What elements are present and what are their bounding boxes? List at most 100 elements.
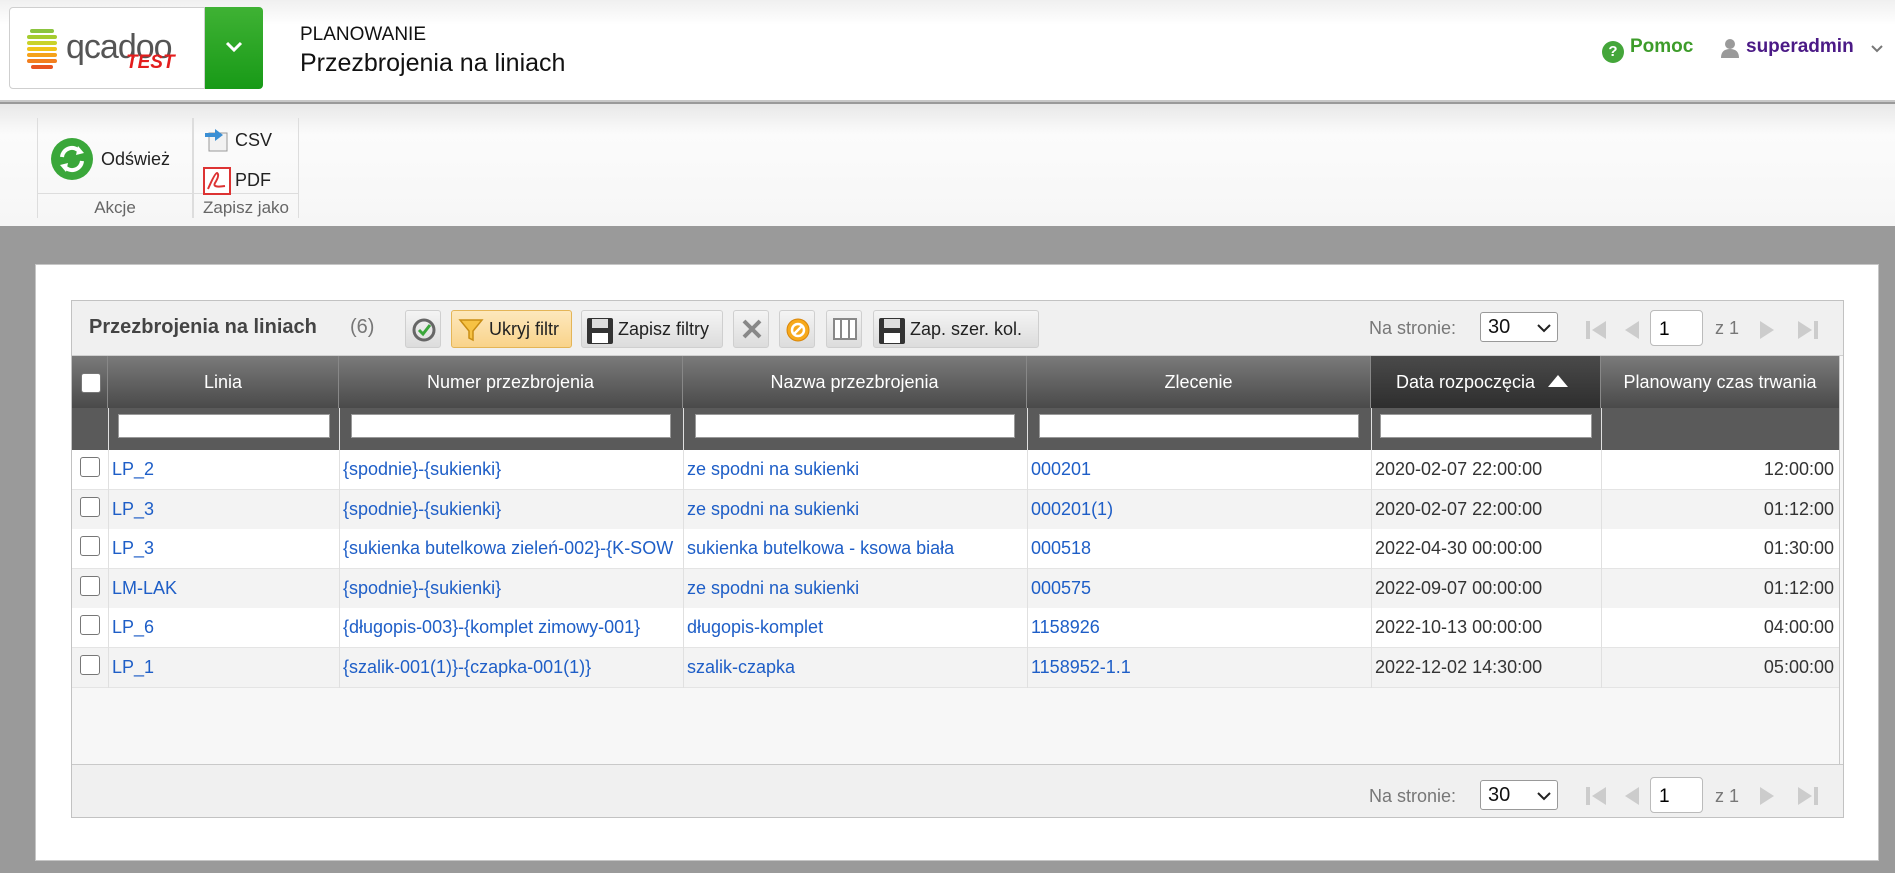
filter-input-order[interactable]: [1039, 414, 1359, 438]
filter-input-name[interactable]: [695, 414, 1015, 438]
prev-page-icon[interactable]: [1617, 315, 1647, 345]
column-header-order[interactable]: Zlecenie: [1027, 356, 1371, 408]
row-checkbox[interactable]: [80, 457, 100, 477]
cell-duration: 12:00:00: [1763, 459, 1834, 479]
columns-button[interactable]: [826, 310, 862, 348]
cell-order[interactable]: 1158926: [1031, 617, 1367, 638]
help-icon: ?: [1602, 41, 1624, 63]
cell-line[interactable]: LP_6: [112, 617, 334, 638]
cell-order[interactable]: 000518: [1031, 538, 1367, 559]
csv-icon[interactable]: [203, 125, 231, 153]
hide-filter-button[interactable]: Ukryj filtr: [451, 310, 572, 348]
column-header-number[interactable]: Numer przezbrojenia: [339, 356, 683, 408]
help-link[interactable]: ? Pomoc: [1602, 36, 1693, 63]
row-checkbox[interactable]: [80, 496, 100, 517]
save-filters-label: Zapisz filtry: [618, 319, 710, 339]
clear-filters-button[interactable]: [733, 310, 769, 348]
page-input[interactable]: 1: [1650, 310, 1703, 346]
page-total: z 1: [1715, 786, 1740, 806]
filter-input-start-date[interactable]: [1380, 414, 1592, 438]
cell-start-date: 2022-04-30 00:00:00: [1375, 538, 1543, 558]
column-header-line[interactable]: Linia: [108, 356, 339, 408]
save-column-widths-button[interactable]: Zap. szer. kol.: [873, 310, 1039, 348]
per-page-select[interactable]: 30: [1480, 312, 1558, 342]
cell-number[interactable]: {sukienka butelkowa zieleń-002}-{K-SOW: [343, 538, 681, 559]
cell-name[interactable]: długopis-komplet: [687, 617, 1023, 638]
cell-name[interactable]: ze spodni na sukienki: [687, 459, 1023, 480]
refresh-icon[interactable]: [50, 137, 94, 181]
chevron-down-icon: [1537, 324, 1551, 333]
row-checkbox[interactable]: [80, 575, 100, 596]
next-page-icon[interactable]: [1752, 781, 1782, 811]
last-page-icon[interactable]: [1792, 315, 1822, 345]
cell-line[interactable]: LP_1: [112, 657, 334, 678]
cell-start-date: 2022-12-02 14:30:00: [1375, 656, 1543, 677]
filter-input-number[interactable]: [351, 414, 671, 438]
cancel-button[interactable]: [779, 310, 815, 348]
select-all-checkbox[interactable]: [81, 373, 101, 393]
cell-name[interactable]: sukienka butelkowa - ksowa biała: [687, 538, 1023, 559]
row-checkbox[interactable]: [80, 536, 100, 556]
page-number: 1: [1659, 786, 1670, 807]
cell-duration: 05:00:00: [1763, 656, 1834, 677]
check-eraser-icon: [412, 318, 436, 342]
page-input[interactable]: 1: [1650, 777, 1703, 813]
per-page-select[interactable]: 30: [1480, 780, 1558, 810]
cell-name[interactable]: ze spodni na sukienki: [687, 578, 1023, 599]
cell-number[interactable]: {długopis-003}-{komplet zimowy-001}: [343, 617, 681, 638]
ribbon: Akcje Zapisz jako: [0, 104, 1895, 226]
column-header-name[interactable]: Nazwa przezbrojenia: [683, 356, 1027, 408]
per-page-value: 30: [1488, 316, 1511, 338]
close-icon: [742, 319, 762, 339]
columns-icon: [833, 318, 857, 340]
cell-name[interactable]: ze spodni na sukienki: [687, 499, 1023, 520]
user-menu[interactable]: superadmin: [1746, 36, 1854, 58]
cell-order[interactable]: 000201: [1031, 459, 1367, 480]
hide-filter-label: Ukryj filtr: [489, 319, 559, 339]
filter-icon: [458, 319, 484, 342]
cell-start-date: 2022-10-13 00:00:00: [1375, 617, 1543, 637]
grid-footer: [72, 764, 1843, 817]
row-checkbox[interactable]: [80, 654, 100, 675]
export-pdf-button[interactable]: PDF: [235, 170, 271, 191]
cancel-icon: [786, 318, 810, 342]
next-page-icon[interactable]: [1752, 315, 1782, 345]
user-icon: [1721, 39, 1739, 58]
first-page-icon[interactable]: [1582, 781, 1612, 811]
cell-line[interactable]: LP_3: [112, 499, 334, 520]
main-menu-button[interactable]: [205, 7, 263, 89]
refresh-button[interactable]: Odśwież: [101, 149, 170, 170]
chevron-down-icon[interactable]: [1870, 44, 1884, 54]
select-all-button[interactable]: [405, 310, 441, 348]
cell-order[interactable]: 1158952-1.1: [1031, 657, 1367, 678]
per-page-label: Na stronie:: [1369, 318, 1457, 338]
cell-start-date: 2022-09-07 00:00:00: [1375, 577, 1543, 598]
per-page-label: Na stronie:: [1369, 786, 1457, 806]
cell-order[interactable]: 000575: [1031, 578, 1367, 599]
cell-number[interactable]: {szalik-001(1)}-{czapka-001(1)}: [343, 657, 681, 678]
cell-line[interactable]: LP_2: [112, 459, 334, 480]
row-checkbox[interactable]: [80, 615, 100, 635]
prev-page-icon[interactable]: [1617, 781, 1647, 811]
pdf-icon[interactable]: [203, 167, 231, 195]
last-page-icon[interactable]: [1792, 781, 1822, 811]
export-csv-button[interactable]: CSV: [235, 130, 272, 151]
filter-input-line[interactable]: [118, 414, 330, 438]
logo-test-badge: TEST: [126, 52, 175, 73]
logo[interactable]: qcadoo TEST: [9, 7, 205, 89]
save-icon: [587, 318, 613, 344]
cell-name[interactable]: szalik-czapka: [687, 657, 1023, 678]
cell-number[interactable]: {spodnie}-{sukienki}: [343, 578, 681, 599]
cell-order[interactable]: 000201(1): [1031, 499, 1367, 520]
grid-count: (6): [350, 316, 375, 338]
cell-number[interactable]: {spodnie}-{sukienki}: [343, 499, 681, 520]
column-header-duration[interactable]: Planowany czas trwania: [1601, 356, 1839, 408]
cell-line[interactable]: LP_3: [112, 538, 334, 559]
top-bar: qcadoo TEST PLANOWANIE Przezbrojenia na …: [0, 0, 1895, 102]
first-page-icon[interactable]: [1582, 315, 1612, 345]
cell-number[interactable]: {spodnie}-{sukienki}: [343, 459, 681, 480]
cell-start-date: 2020-02-07 22:00:00: [1375, 498, 1543, 519]
cell-line[interactable]: LM-LAK: [112, 578, 334, 599]
save-filters-button[interactable]: Zapisz filtry: [581, 310, 723, 348]
help-label: Pomoc: [1630, 36, 1694, 57]
